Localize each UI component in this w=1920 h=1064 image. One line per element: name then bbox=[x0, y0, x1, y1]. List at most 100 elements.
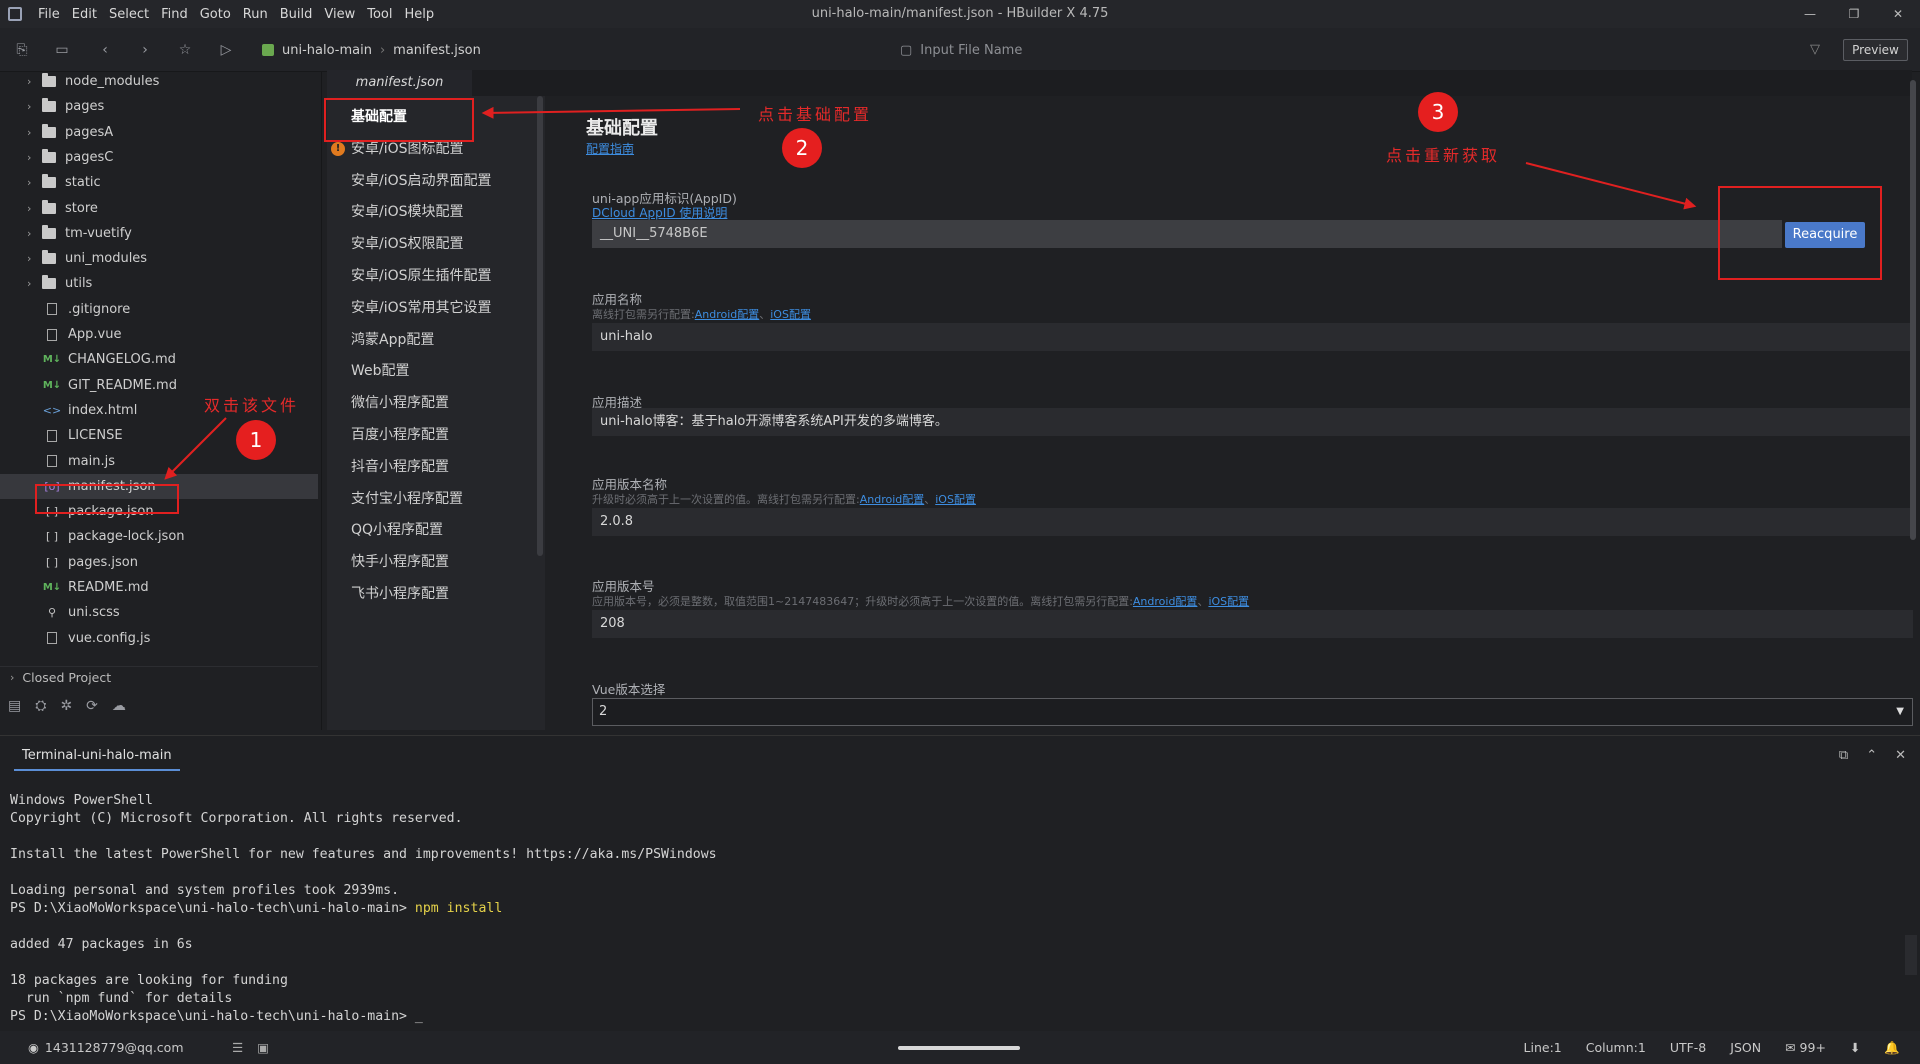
tree-folder[interactable]: › node_modules bbox=[0, 69, 318, 94]
config-nav-item[interactable]: Web配置 bbox=[327, 356, 537, 386]
run-icon[interactable]: ▷ bbox=[216, 40, 236, 60]
breadcrumb-file[interactable]: manifest.json bbox=[393, 43, 481, 58]
maximize-panel-icon[interactable]: ⌃ bbox=[1866, 748, 1877, 763]
bookmark-star-icon[interactable]: ☆ bbox=[175, 40, 195, 60]
menu-run[interactable]: Run bbox=[237, 7, 274, 22]
menu-build[interactable]: Build bbox=[274, 7, 319, 22]
closed-project-section[interactable]: › Closed Project bbox=[0, 666, 318, 688]
notifications[interactable]: ✉ 99+ bbox=[1785, 1040, 1826, 1055]
version-name-ios-link[interactable]: iOS配置 bbox=[935, 493, 976, 506]
app-name-ios-link[interactable]: iOS配置 bbox=[770, 308, 811, 321]
forward-icon[interactable]: › bbox=[135, 40, 155, 60]
debug-icon[interactable]: ✲ bbox=[60, 698, 72, 714]
app-name-field[interactable]: uni-halo bbox=[592, 323, 1913, 351]
cloud-icon[interactable]: ☁ bbox=[112, 698, 126, 714]
tree-folder[interactable]: › uni_modules bbox=[0, 246, 318, 271]
list-icon[interactable]: ☰ bbox=[232, 1040, 243, 1055]
filter-icon[interactable]: ▽ bbox=[1810, 42, 1820, 57]
bell-icon[interactable]: 🔔 bbox=[1884, 1040, 1900, 1056]
chevron-right-icon[interactable]: › bbox=[27, 151, 41, 164]
tree-folder[interactable]: › tm-vuetify bbox=[0, 221, 318, 246]
config-guide-link[interactable]: 配置指南 bbox=[586, 140, 634, 157]
version-code-ios-link[interactable]: iOS配置 bbox=[1208, 595, 1249, 608]
chevron-right-icon[interactable]: › bbox=[27, 277, 41, 290]
chevron-right-icon[interactable]: › bbox=[27, 176, 41, 189]
menu-select[interactable]: Select bbox=[103, 7, 155, 22]
tree-file[interactable]: vue.config.js bbox=[0, 626, 318, 651]
tab-terminal[interactable]: Terminal-uni-halo-main bbox=[14, 746, 180, 771]
cursor-line[interactable]: Line:1 bbox=[1524, 1040, 1562, 1055]
menu-view[interactable]: View bbox=[318, 7, 361, 22]
menu-file[interactable]: File bbox=[32, 7, 66, 22]
terminal-scrollbar[interactable] bbox=[1905, 935, 1917, 975]
tree-file[interactable]: App.vue bbox=[0, 322, 318, 347]
tree-file[interactable]: ⚲ uni.scss bbox=[0, 600, 318, 625]
config-nav-item[interactable]: 快手小程序配置 bbox=[327, 547, 537, 577]
config-nav-item[interactable]: 鸿蒙App配置 bbox=[327, 325, 537, 355]
config-nav-item[interactable]: 微信小程序配置 bbox=[327, 388, 537, 418]
version-code-field[interactable]: 208 bbox=[592, 610, 1913, 638]
new-file-icon[interactable]: ⎘ bbox=[12, 40, 32, 60]
menu-tool[interactable]: Tool bbox=[361, 7, 398, 22]
menu-goto[interactable]: Goto bbox=[194, 7, 237, 22]
config-nav-item[interactable]: 飞书小程序配置 bbox=[327, 579, 537, 609]
close-icon[interactable]: ✕ bbox=[1876, 0, 1920, 28]
config-nav-item[interactable]: 百度小程序配置 bbox=[327, 420, 537, 450]
explorer-icon[interactable]: ▤ bbox=[8, 698, 21, 714]
tree-file[interactable]: [ ] pages.json bbox=[0, 550, 318, 575]
download-icon[interactable]: ⬇ bbox=[1850, 1040, 1860, 1055]
app-name-android-link[interactable]: Android配置 bbox=[695, 308, 760, 321]
config-nav-item[interactable]: 安卓/iOS常用其它设置 bbox=[327, 293, 537, 323]
config-nav-item[interactable]: 支付宝小程序配置 bbox=[327, 484, 537, 514]
config-nav-scrollbar[interactable] bbox=[537, 96, 543, 556]
tree-folder[interactable]: › pagesA bbox=[0, 120, 318, 145]
close-panel-icon[interactable]: ✕ bbox=[1895, 748, 1906, 763]
chevron-right-icon[interactable]: › bbox=[27, 100, 41, 113]
plugins-icon[interactable]: ⛭ bbox=[35, 698, 46, 714]
minimize-icon[interactable]: — bbox=[1788, 0, 1832, 28]
restore-icon[interactable]: ❐ bbox=[1832, 0, 1876, 28]
console-icon[interactable]: ▣ bbox=[257, 1040, 269, 1055]
config-nav-item[interactable]: 安卓/iOS启动界面配置 bbox=[327, 166, 537, 196]
tree-folder[interactable]: › pages bbox=[0, 94, 318, 119]
back-icon[interactable]: ‹ bbox=[95, 40, 115, 60]
breadcrumb-project[interactable]: uni-halo-main bbox=[282, 43, 372, 58]
chevron-right-icon[interactable]: › bbox=[27, 126, 41, 139]
config-nav-item[interactable]: 抖音小程序配置 bbox=[327, 452, 537, 482]
encoding[interactable]: UTF-8 bbox=[1670, 1040, 1706, 1055]
menu-find[interactable]: Find bbox=[155, 7, 194, 22]
terminal-output[interactable]: Windows PowerShell Copyright (C) Microsof… bbox=[10, 792, 717, 1026]
source-control-icon[interactable]: ⟳ bbox=[86, 698, 98, 714]
chevron-right-icon[interactable]: › bbox=[27, 252, 41, 265]
config-nav-item[interactable]: QQ小程序配置 bbox=[327, 515, 537, 545]
tree-file[interactable]: M↓ CHANGELOG.md bbox=[0, 347, 318, 372]
cursor-column[interactable]: Column:1 bbox=[1586, 1040, 1646, 1055]
config-nav-item[interactable]: 安卓/iOS原生插件配置 bbox=[327, 261, 537, 291]
tree-folder[interactable]: › utils bbox=[0, 271, 318, 296]
preview-button[interactable]: Preview bbox=[1843, 39, 1908, 61]
tree-file[interactable]: M↓ README.md bbox=[0, 575, 318, 600]
app-desc-field[interactable]: uni-halo博客：基于halo开源博客系统API开发的多端博客。 bbox=[592, 408, 1913, 436]
version-name-android-link[interactable]: Android配置 bbox=[860, 493, 925, 506]
chevron-right-icon[interactable]: › bbox=[27, 75, 41, 88]
config-nav-item[interactable]: 安卓/iOS模块配置 bbox=[327, 197, 537, 227]
input-file-name-field[interactable]: ▢ Input File Name bbox=[900, 28, 1022, 72]
config-main-scrollbar[interactable] bbox=[1910, 80, 1916, 540]
status-user[interactable]: ◉ 1431128779@qq.com bbox=[28, 1031, 184, 1064]
vue-version-select[interactable]: 2 ▼ bbox=[592, 698, 1913, 726]
config-nav-item[interactable]: 安卓/iOS权限配置 bbox=[327, 229, 537, 259]
new-terminal-icon[interactable]: ⧉ bbox=[1839, 748, 1848, 763]
chevron-right-icon[interactable]: › bbox=[27, 227, 41, 240]
chevron-right-icon[interactable]: › bbox=[27, 202, 41, 215]
menu-edit[interactable]: Edit bbox=[66, 7, 103, 22]
language-mode[interactable]: JSON bbox=[1730, 1040, 1761, 1055]
tab-manifest-json[interactable]: manifest.json bbox=[327, 70, 472, 96]
tree-file[interactable]: [ ] package-lock.json bbox=[0, 524, 318, 549]
version-name-field[interactable]: 2.0.8 bbox=[592, 508, 1913, 536]
tree-folder[interactable]: › pagesC bbox=[0, 145, 318, 170]
tree-folder[interactable]: › store bbox=[0, 196, 318, 221]
version-code-android-link[interactable]: Android配置 bbox=[1133, 595, 1198, 608]
menu-help[interactable]: Help bbox=[398, 7, 440, 22]
tree-folder[interactable]: › static bbox=[0, 170, 318, 195]
appid-help-link[interactable]: DCloud AppID 使用说明 bbox=[592, 204, 727, 221]
